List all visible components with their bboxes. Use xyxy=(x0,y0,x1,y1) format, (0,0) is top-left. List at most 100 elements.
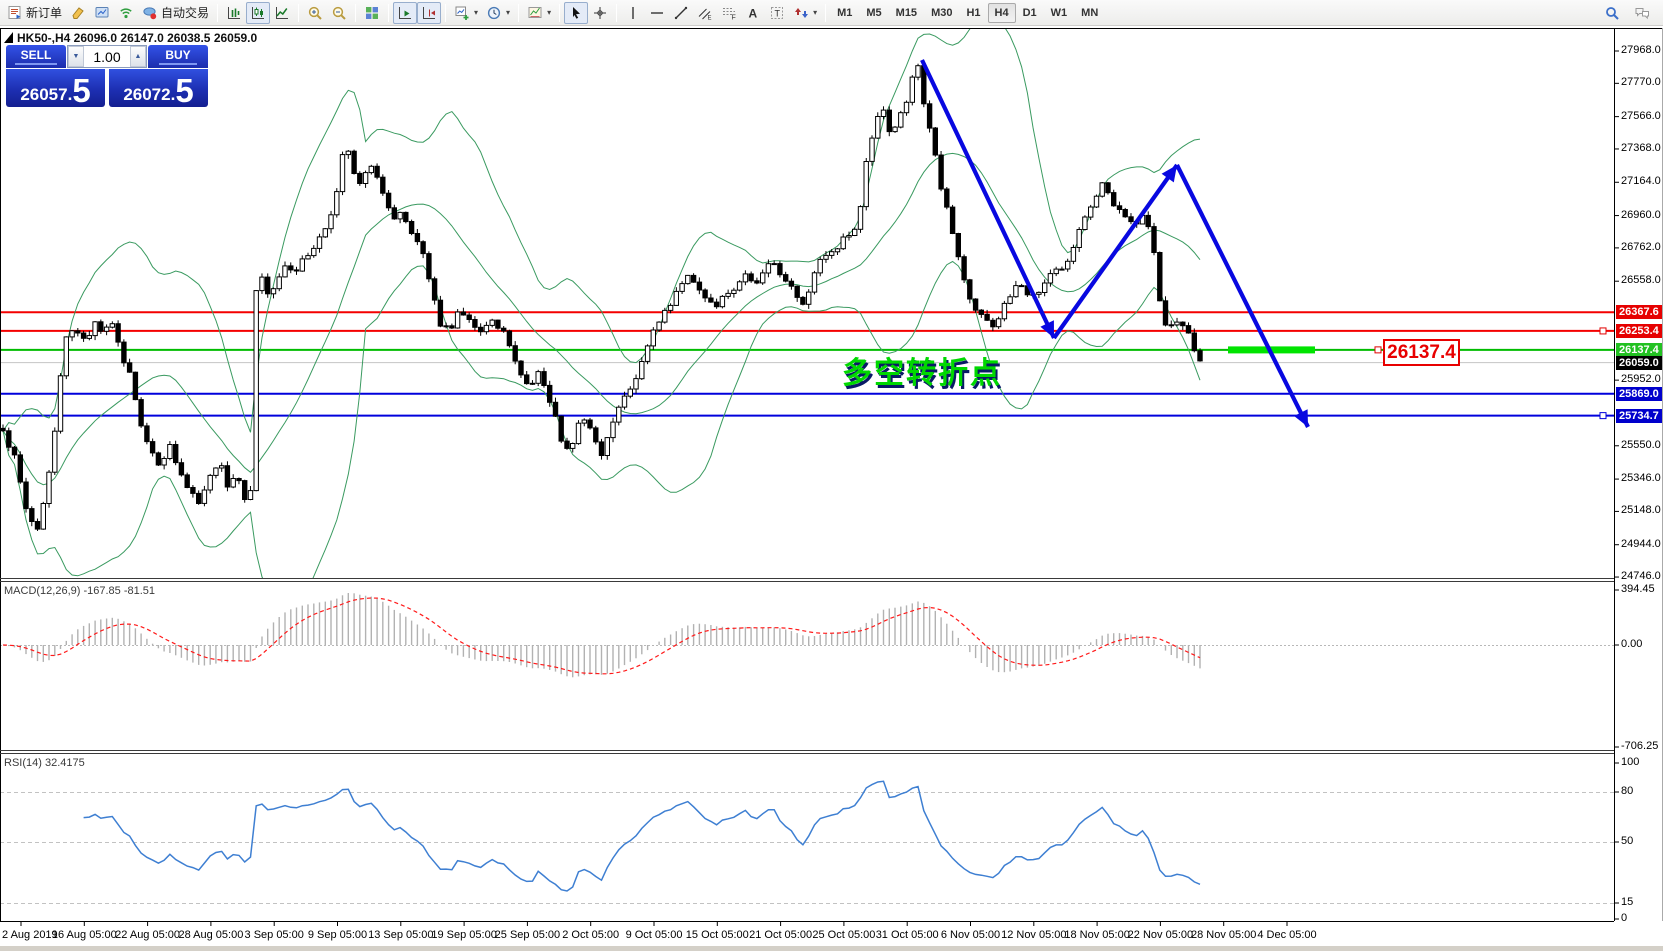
toolbar-right-group xyxy=(1600,2,1660,24)
signals-button[interactable] xyxy=(114,2,138,24)
volume-spinner: ▼ ▲ xyxy=(67,45,147,68)
sell-button-label: SELL xyxy=(15,48,58,65)
timeframe-m15-button[interactable]: M15 xyxy=(889,3,924,23)
svg-text:E: E xyxy=(708,15,712,21)
date-label: 25 Oct 05:00 xyxy=(812,929,875,941)
zoom-in-button[interactable] xyxy=(303,2,327,24)
bar-chart-button[interactable] xyxy=(222,2,246,24)
price-tick-label: 24944.0 xyxy=(1621,538,1661,550)
periods-button[interactable]: ▾ xyxy=(482,2,514,24)
bars-icon xyxy=(226,5,242,21)
metaeditor-icon xyxy=(70,5,86,21)
sell-price-main: 26057 xyxy=(20,86,67,104)
buy-button[interactable]: BUY xyxy=(148,45,208,68)
chart-canvas[interactable] xyxy=(0,0,1663,951)
autotrading-button[interactable]: 自动交易 xyxy=(138,2,213,24)
timeframe-w1-button[interactable]: W1 xyxy=(1044,3,1075,23)
hline-icon xyxy=(649,5,665,21)
timeframe-h4-button[interactable]: H4 xyxy=(988,3,1016,23)
buy-price-big: 5 xyxy=(175,77,193,104)
toolbar-separator xyxy=(217,4,218,22)
date-label: 25 Sep 05:00 xyxy=(495,929,560,941)
toolbar-separator xyxy=(825,4,826,22)
line-chart-button[interactable] xyxy=(270,2,294,24)
timeframe-mn-button[interactable]: MN xyxy=(1074,3,1105,23)
mt4-window: 新订单自动交易▾▾▾EFAT▾M1M5M15M30H1H4D1W1MN HK50… xyxy=(0,0,1663,951)
date-label: 31 Oct 05:00 xyxy=(876,929,939,941)
volume-down-icon: ▼ xyxy=(73,53,80,60)
arrows-button[interactable]: ▾ xyxy=(789,2,821,24)
price-tick-label: 24746.0 xyxy=(1621,570,1661,582)
cursor-button[interactable] xyxy=(564,2,588,24)
search-button[interactable] xyxy=(1600,2,1624,24)
price-tick-label: 26762.0 xyxy=(1621,241,1661,253)
sell-price-display[interactable]: 26057.5 xyxy=(6,69,105,107)
chat-button[interactable] xyxy=(1630,2,1654,24)
template-icon xyxy=(527,5,543,21)
cursor-icon xyxy=(568,5,584,21)
fibo-icon: F xyxy=(721,5,737,21)
buy-price-display[interactable]: 26072.5 xyxy=(109,69,208,107)
chart-title: HK50-,H4 26096.0 26147.0 26038.5 26059.0 xyxy=(17,31,257,45)
vline-icon xyxy=(625,5,641,21)
price-level-label: 25734.7 xyxy=(1616,409,1662,423)
sell-button[interactable]: SELL xyxy=(6,45,66,68)
text-button[interactable]: A xyxy=(741,2,765,24)
volume-up-button[interactable]: ▲ xyxy=(130,46,146,67)
signals-icon xyxy=(118,5,134,21)
zoom-out-button[interactable] xyxy=(327,2,351,24)
toolbar-separator xyxy=(445,4,446,22)
price-tick-label: 27566.0 xyxy=(1621,110,1661,122)
timeframe-h1-button[interactable]: H1 xyxy=(959,3,987,23)
volume-down-button[interactable]: ▼ xyxy=(68,46,84,67)
texta-icon: A xyxy=(745,5,761,21)
candlestick-chart-button[interactable] xyxy=(246,2,270,24)
rsi-tick-label: 50 xyxy=(1621,835,1633,847)
timeframe-m1-button[interactable]: M1 xyxy=(830,3,859,23)
date-label: 21 Oct 05:00 xyxy=(749,929,812,941)
zoomout-icon xyxy=(331,5,347,21)
timeframe-d1-button[interactable]: D1 xyxy=(1016,3,1044,23)
date-label: 9 Sep 05:00 xyxy=(308,929,367,941)
market-watch-button[interactable] xyxy=(90,2,114,24)
templates-button[interactable]: ▾ xyxy=(523,2,555,24)
crosshair-button[interactable] xyxy=(588,2,612,24)
macd-indicator-label: MACD(12,26,9) -167.85 -81.51 xyxy=(4,585,155,597)
price-level-label: 26059.0 xyxy=(1616,356,1662,370)
date-label: 4 Dec 05:00 xyxy=(1257,929,1316,941)
date-label: 16 Aug 05:00 xyxy=(52,929,117,941)
autotrading-button-label: 自动交易 xyxy=(161,4,209,21)
shift-icon xyxy=(421,5,437,21)
volume-input[interactable] xyxy=(84,46,130,67)
toolbar-separator xyxy=(559,4,560,22)
chart-shift-button[interactable] xyxy=(417,2,441,24)
crosshair-icon xyxy=(592,5,608,21)
tile-icon xyxy=(364,5,380,21)
horizontal-line-button[interactable] xyxy=(645,2,669,24)
price-callout: 26137.4 xyxy=(1383,339,1460,366)
dropdown-arrow-icon: ▾ xyxy=(506,8,510,17)
date-label: 15 Oct 05:00 xyxy=(686,929,749,941)
date-label: 12 Nov 05:00 xyxy=(1001,929,1066,941)
rsi-indicator-label: RSI(14) 32.4175 xyxy=(4,757,85,769)
timeframe-m30-button[interactable]: M30 xyxy=(924,3,959,23)
macd-tick-label: 0.00 xyxy=(1621,638,1642,650)
annotation-text: 多空转折点 xyxy=(842,348,1002,392)
textt-icon: T xyxy=(769,5,785,21)
price-tick-label: 25952.0 xyxy=(1621,373,1661,385)
text-label-button[interactable]: T xyxy=(765,2,789,24)
timeframe-m5-button[interactable]: M5 xyxy=(859,3,888,23)
fibonacci-button[interactable]: F xyxy=(717,2,741,24)
new-order-button[interactable]: 新订单 xyxy=(3,2,66,24)
auto-scroll-button[interactable] xyxy=(393,2,417,24)
vertical-line-button[interactable] xyxy=(621,2,645,24)
sell-price-big: 5 xyxy=(72,77,90,104)
trendline-button[interactable] xyxy=(669,2,693,24)
price-tick-label: 27770.0 xyxy=(1621,76,1661,88)
tile-windows-button[interactable] xyxy=(360,2,384,24)
rsi-tick-label: 0 xyxy=(1621,912,1627,924)
svg-text:A: A xyxy=(749,6,758,20)
equidistant-channel-button[interactable]: E xyxy=(693,2,717,24)
metaeditor-button[interactable] xyxy=(66,2,90,24)
new-chart-button[interactable]: ▾ xyxy=(450,2,482,24)
